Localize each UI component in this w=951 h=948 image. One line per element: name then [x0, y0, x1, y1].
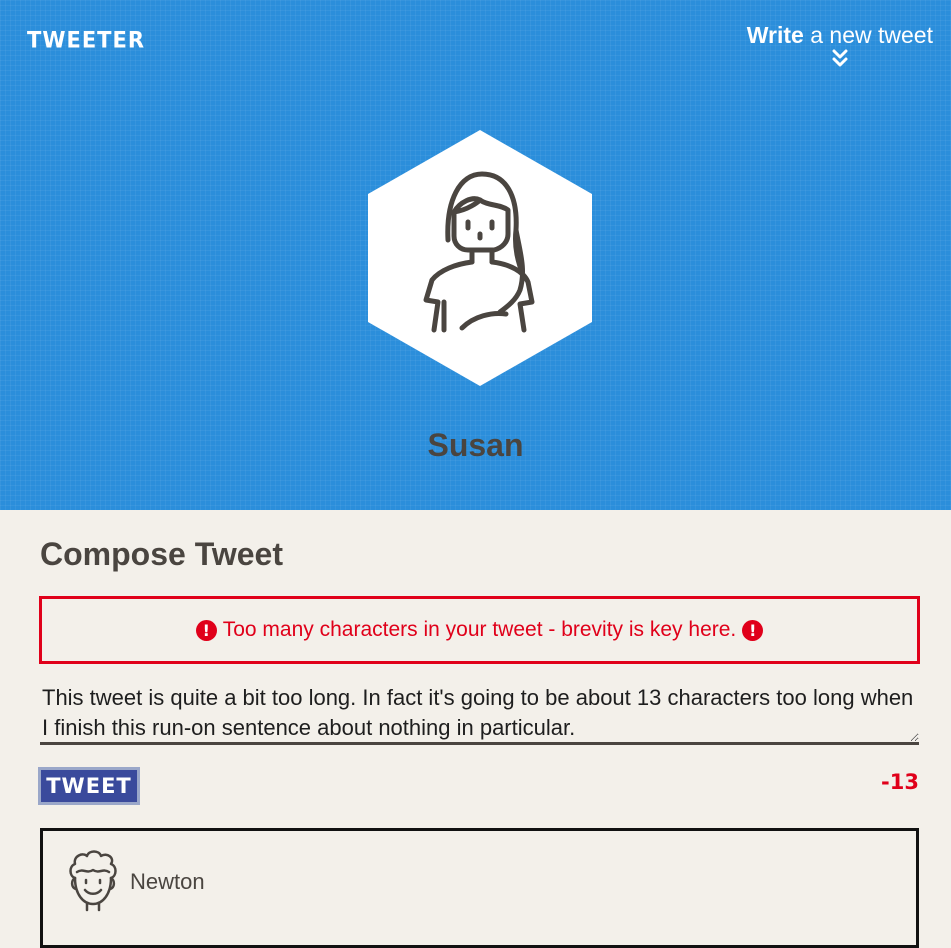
avatar-hexagon [368, 130, 592, 386]
tweet-card: Newton [40, 828, 919, 948]
profile-name: Susan [427, 427, 524, 463]
brand-logo[interactable]: TWEETER [27, 27, 145, 52]
tweet-button[interactable]: TWEET [38, 767, 140, 805]
write-new-tweet-link[interactable]: Write a new tweet [747, 22, 933, 69]
tweet-author-name: Newton [130, 869, 205, 894]
write-link-bold: Write [746, 22, 804, 48]
error-message: Too many characters in your tweet - brev… [222, 618, 737, 641]
tweet-textarea[interactable]: This tweet is quite a bit too long. In f… [40, 683, 919, 745]
character-counter: -13 [881, 770, 919, 794]
exclamation-circle-icon: ! [195, 619, 217, 641]
curly-hair-man-avatar-icon [69, 850, 117, 912]
profile-header: TWEETER Write a new tweet Susan [0, 0, 951, 510]
write-link-rest: a new tweet [803, 22, 933, 48]
exclamation-circle-icon: ! [742, 619, 764, 641]
double-chevron-down-icon [832, 49, 848, 67]
compose-title: Compose Tweet [40, 536, 283, 572]
error-banner: ! Too many characters in your tweet - br… [39, 596, 920, 664]
